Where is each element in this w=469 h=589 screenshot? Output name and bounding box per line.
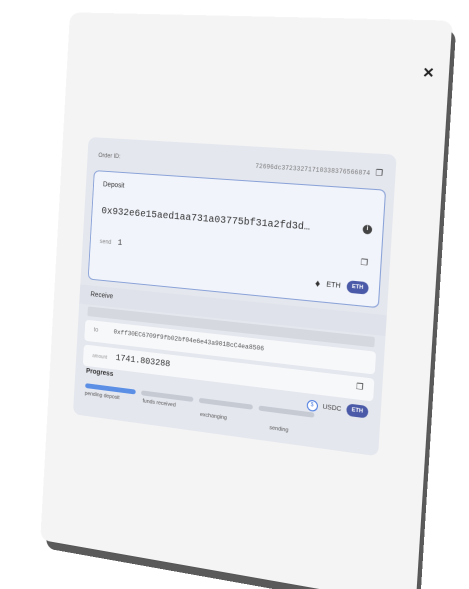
send-amount: 1 <box>117 239 122 248</box>
copy-icon[interactable]: ❐ <box>360 258 368 268</box>
progress-step-label-3: exchanging <box>200 412 227 422</box>
amount-label: amount <box>92 353 107 361</box>
modal-body: × Order ID: 72696dc372332717103383765668… <box>41 13 452 589</box>
deposit-coin-row: ♦ ETH ETH <box>315 276 369 295</box>
order-id-label: Order ID: <box>98 153 121 160</box>
order-panel: Order ID: 72696dc37233271710338376566874… <box>73 137 397 456</box>
eth-icon: ♦ <box>315 278 321 290</box>
close-icon[interactable]: × <box>418 63 438 83</box>
deposit-coin: ETH <box>326 281 341 290</box>
progress-title: Progress <box>86 368 114 378</box>
progress-step-label-4: sending <box>269 425 288 434</box>
deposit-box: Deposit 0x932e6e15aed1aa731a03775bf31a2f… <box>88 170 386 308</box>
info-icon[interactable]: i <box>362 225 372 235</box>
send-label: send <box>100 239 112 246</box>
to-label: to <box>94 327 99 333</box>
progress-step-label-2: funds received <box>142 398 175 408</box>
order-modal: × Order ID: 72696dc372332717103383765668… <box>41 13 452 589</box>
order-id-value: 72696dc37233271710338376566874 <box>255 163 370 177</box>
progress-step-label-1: pending deposit <box>85 391 120 401</box>
screen: × Order ID: 72696dc372332717103383765668… <box>0 0 469 589</box>
deposit-address[interactable]: 0x932e6e15aed1aa731a03775bf31a2fd3d… <box>101 206 310 233</box>
amount-value: 1741.803288 <box>115 353 170 369</box>
receive-coin: USDC <box>322 403 341 413</box>
progress-step-3 <box>199 398 253 410</box>
receive-title: Receive <box>90 291 113 300</box>
network-badge: ETH <box>346 280 368 294</box>
copy-icon[interactable]: ❐ <box>375 168 383 178</box>
copy-icon[interactable]: ❐ <box>356 382 364 392</box>
deposit-title: Deposit <box>103 181 125 189</box>
usdc-icon: $ <box>306 399 318 412</box>
